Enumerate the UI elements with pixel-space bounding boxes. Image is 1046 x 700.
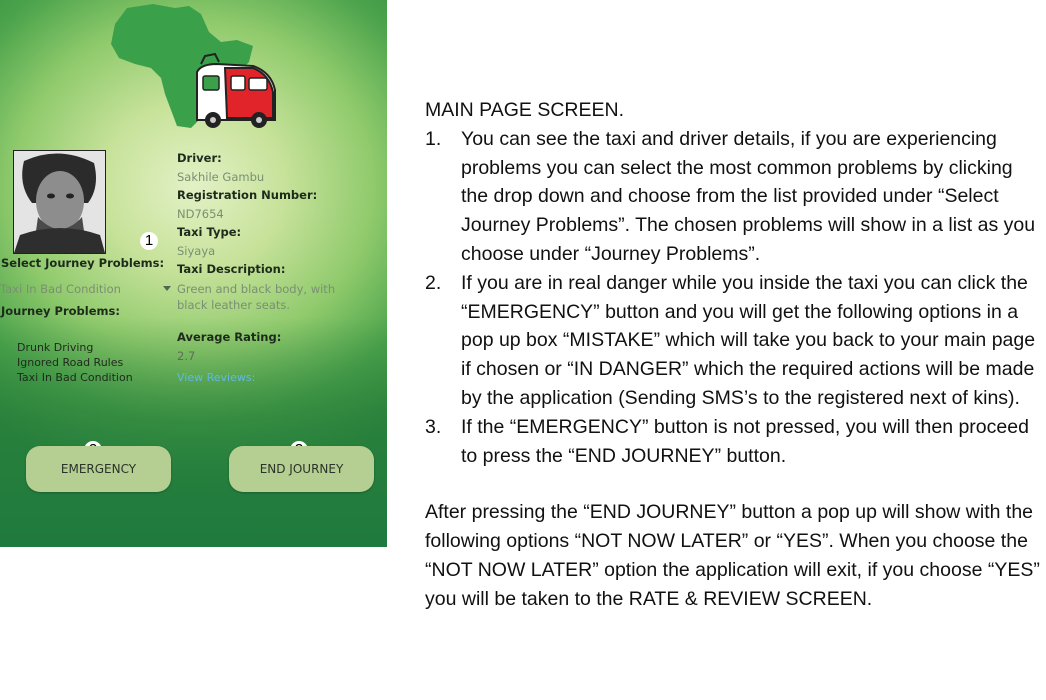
- list-item: 2. If you are in real danger while you i…: [425, 269, 1040, 413]
- item-text: If the “EMERGENCY” button is not pressed…: [461, 415, 1029, 467]
- journey-problems-label: Journey Problems:: [1, 304, 120, 318]
- list-item: Drunk Driving: [17, 341, 94, 354]
- item-number: 3.: [425, 415, 442, 438]
- driver-label: Driver:: [177, 151, 222, 165]
- list-item: Ignored Road Rules: [17, 356, 124, 369]
- chevron-down-icon: [163, 286, 171, 291]
- list-item: 1. You can see the taxi and driver detai…: [425, 125, 1040, 269]
- taxi-type-label: Taxi Type:: [177, 225, 242, 239]
- africa-taxi-logo: [111, 4, 276, 128]
- journey-problems-dropdown[interactable]: Taxi In Bad Condition: [0, 282, 172, 298]
- item-number: 2.: [425, 271, 442, 294]
- taxi-icon: [196, 52, 276, 128]
- driver-name: Sakhile Gambu: [177, 170, 265, 184]
- driver-photo: [13, 150, 106, 254]
- end-journey-button[interactable]: END JOURNEY: [229, 446, 374, 492]
- taxi-description-label: Taxi Description:: [177, 262, 286, 276]
- phone-screenshot: Driver: Sakhile Gambu Registration Numbe…: [0, 0, 387, 547]
- emergency-button[interactable]: EMERGENCY: [26, 446, 171, 492]
- taxi-description: Green and black body, with black leather…: [177, 282, 336, 312]
- average-rating-value: 2.7: [177, 349, 196, 363]
- panel-footer: After pressing the “END JOURNEY” button …: [425, 501, 1040, 610]
- view-reviews-link[interactable]: View Reviews:: [177, 371, 255, 384]
- item-text: You can see the taxi and driver details,…: [461, 127, 1036, 265]
- annotation-marker-1: 1: [140, 232, 158, 250]
- driver-portrait-image: [14, 151, 105, 253]
- item-text: If you are in real danger while you insi…: [461, 271, 1036, 409]
- panel-heading: MAIN PAGE SCREEN.: [425, 99, 625, 121]
- select-problems-label: Select Journey Problems:: [1, 256, 165, 270]
- instructions-list: 1. You can see the taxi and driver detai…: [425, 125, 1040, 471]
- list-item: Taxi In Bad Condition: [17, 371, 133, 384]
- list-item: 3. If the “EMERGENCY” button is not pres…: [425, 413, 1040, 471]
- dropdown-selected-value: Taxi In Bad Condition: [0, 282, 121, 296]
- item-number: 1.: [425, 127, 442, 150]
- taxi-type: Siyaya: [177, 244, 216, 258]
- registration-number: ND7654: [177, 207, 224, 221]
- instructions-panel: MAIN PAGE SCREEN. 1. You can see the tax…: [425, 96, 1040, 614]
- average-rating-label: Average Rating:: [177, 330, 282, 344]
- registration-label: Registration Number:: [177, 188, 318, 202]
